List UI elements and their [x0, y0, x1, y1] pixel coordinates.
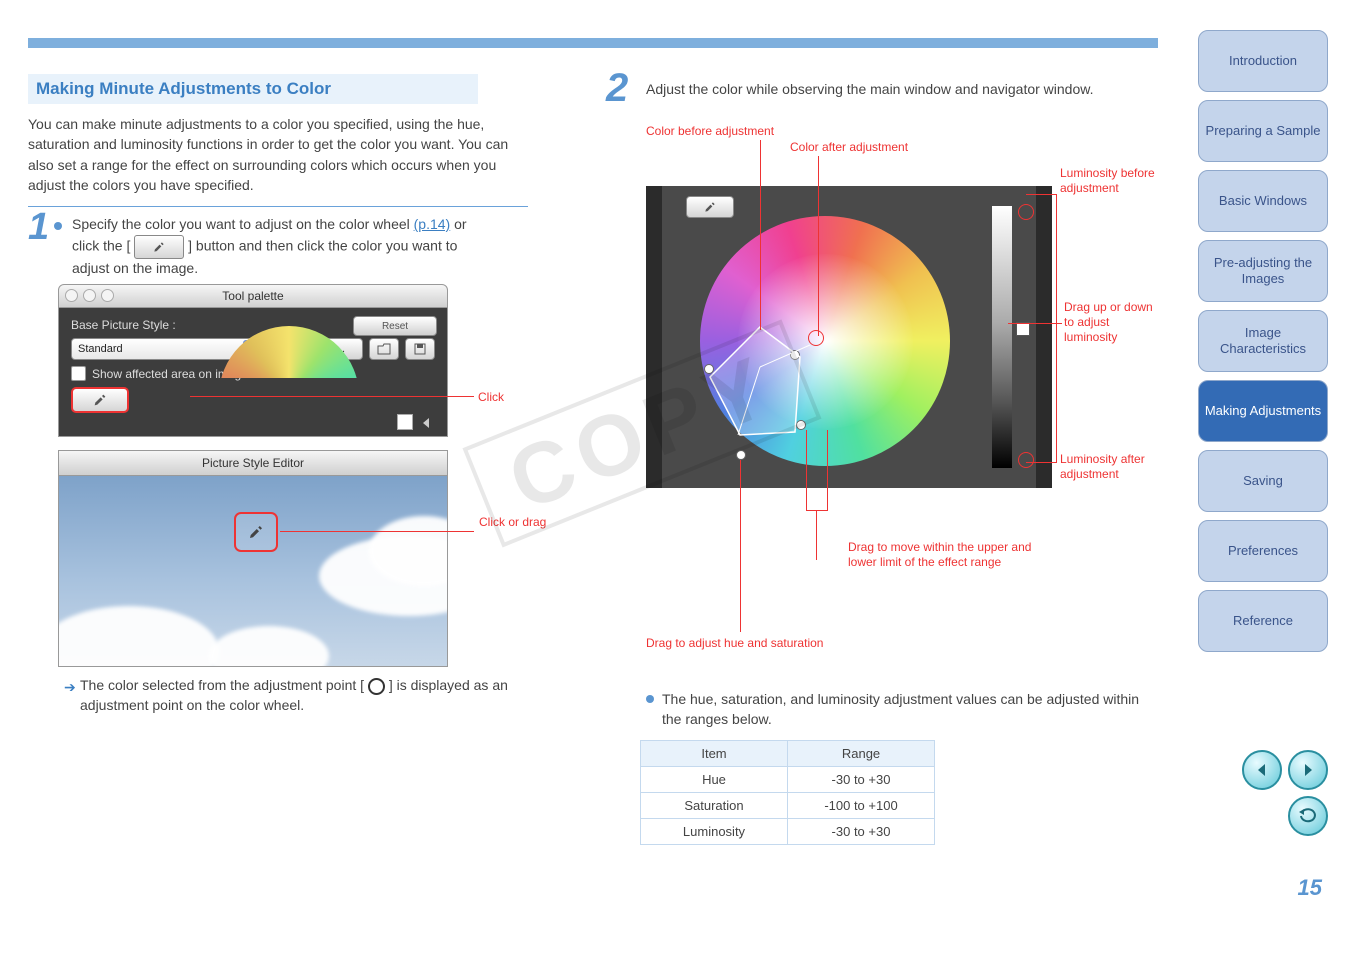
picture-style-editor-window: Picture Style Editor [58, 450, 448, 667]
eyedropper-cursor-icon [234, 512, 278, 552]
color-swatch [397, 414, 413, 430]
result1-before: The color selected from the adjustment p… [80, 677, 364, 693]
copy-watermark: COPY [462, 320, 821, 548]
result-2-bullet [646, 695, 654, 703]
callout-line-1 [190, 396, 474, 397]
open-file-button[interactable] [369, 338, 399, 360]
sidebar-item-preadjust[interactable]: Pre-adjusting the Images [1198, 240, 1328, 302]
result-1-text: The color selected from the adjustment p… [80, 676, 520, 715]
window-controls[interactable] [65, 289, 114, 302]
sidebar-item-saving[interactable]: Saving [1198, 450, 1328, 512]
anno-line-lumafter-h [1026, 462, 1056, 463]
sidebar-nav: Introduction Preparing a Sample Basic Wi… [1198, 30, 1328, 652]
show-affected-checkbox[interactable] [71, 366, 86, 381]
table-row: Saturation-100 to +100 [641, 793, 935, 819]
step-2-text: Adjust the color while observing the mai… [646, 80, 1136, 100]
step-1-bullet [54, 222, 62, 230]
sidebar-item-adjustments[interactable]: Making Adjustments [1198, 380, 1328, 442]
luminosity-slider[interactable] [992, 206, 1012, 468]
nav-prev-button[interactable] [1242, 750, 1282, 790]
table-row: Luminosity-30 to +30 [641, 819, 935, 845]
table-row: Hue-30 to +30 [641, 767, 935, 793]
adjustment-point-icon [368, 678, 385, 695]
reset-button[interactable]: Reset [353, 316, 437, 336]
base-style-select-value: Standard [78, 343, 123, 355]
anno-before-adj: Color before adjustment [646, 124, 774, 139]
lum-pointer-icon [423, 418, 429, 428]
anno-line-range-join [806, 510, 828, 511]
nav-back-button[interactable] [1288, 796, 1328, 836]
anno-line-lumbefore [1026, 194, 1056, 195]
step-1-text: Specify the color you want to adjust on … [72, 215, 492, 278]
step-2-number: 2 [606, 66, 628, 111]
sidebar-item-preparing[interactable]: Preparing a Sample [1198, 100, 1328, 162]
anno-line-range-b [827, 430, 828, 510]
anno-lum-drag: Drag up or down to adjust luminosity [1064, 300, 1164, 345]
pse-title: Picture Style Editor [58, 450, 448, 476]
anno-line-lumdrag [1008, 323, 1062, 324]
page-nav [1238, 750, 1328, 836]
intro-text: You can make minute adjustments to a col… [28, 114, 518, 195]
adjustment-range-table: ItemRange Hue-30 to +30 Saturation-100 t… [640, 740, 935, 845]
th-range: Range [788, 741, 935, 767]
anno-line-after [818, 156, 819, 336]
anno-line-huesat [740, 460, 741, 632]
eyedropper-button[interactable] [71, 387, 129, 413]
sidebar-item-reference[interactable]: Reference [1198, 590, 1328, 652]
result-arrow-icon: ➔ [64, 679, 76, 696]
lum-after-marker[interactable] [1018, 452, 1034, 468]
eyedropper-icon-inline [134, 235, 184, 259]
anno-line-before [760, 140, 761, 330]
top-divider [28, 38, 1158, 48]
anno-drag-range: Drag to move within the upper and lower … [848, 540, 1048, 570]
save-file-button[interactable] [405, 338, 435, 360]
anno-line-range-v [816, 510, 817, 560]
anno-line-range-a [806, 430, 807, 510]
callout-click-label: Click [478, 390, 504, 404]
sidebar-item-characteristics[interactable]: Image Characteristics [1198, 310, 1328, 372]
anno-after-adj: Color after adjustment [790, 140, 908, 155]
step1-before: Specify the color you want to adjust on … [72, 216, 414, 232]
section-title: Making Minute Adjustments to Color [36, 79, 331, 99]
callout-line-2 [280, 531, 474, 532]
sidebar-item-basic-windows[interactable]: Basic Windows [1198, 170, 1328, 232]
tool-palette-title: Tool palette [59, 285, 447, 307]
tool-palette-titlebar: Tool palette [58, 284, 448, 308]
anno-lum-after: Luminosity after adjustment [1060, 452, 1170, 482]
tool-palette-window: Tool palette Base Picture Style : Reset … [58, 284, 448, 437]
link-p14[interactable]: (p.14) [414, 216, 451, 232]
step1-after-b: ] button and then click the color you wa… [72, 237, 457, 275]
page-number: 15 [1298, 875, 1322, 901]
lum-handle[interactable] [1016, 322, 1030, 336]
divider [28, 206, 528, 208]
panel-eyedropper-button[interactable] [686, 196, 734, 218]
lum-before-marker[interactable] [1018, 204, 1034, 220]
sidebar-item-preferences[interactable]: Preferences [1198, 520, 1328, 582]
wheel-node-after[interactable] [808, 330, 824, 346]
anno-drag-huesat: Drag to adjust hue and saturation [646, 636, 836, 651]
nav-next-button[interactable] [1288, 750, 1328, 790]
anno-line-lum-v [1056, 194, 1057, 463]
th-item: Item [641, 741, 788, 767]
step-1-number: 1 [28, 206, 49, 249]
result-2-text: The hue, saturation, and luminosity adju… [662, 690, 1142, 729]
anno-lum-before: Luminosity before adjustment [1060, 166, 1170, 196]
sample-image[interactable] [58, 476, 448, 667]
sidebar-item-introduction[interactable]: Introduction [1198, 30, 1328, 92]
